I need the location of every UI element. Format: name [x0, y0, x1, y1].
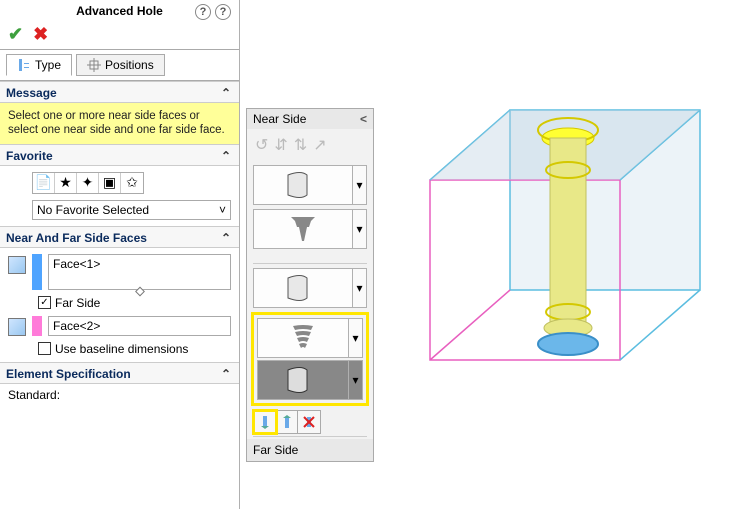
near-face-value: Face<1>: [53, 257, 100, 271]
far-side-section-label[interactable]: Far Side: [247, 439, 373, 461]
help-context-icon[interactable]: ?: [195, 4, 211, 20]
chevron-down-icon[interactable]: ▾: [352, 210, 366, 248]
insert-above-icon[interactable]: [254, 411, 276, 433]
espec-group-header[interactable]: Element Specification ⌃: [0, 362, 239, 384]
tab-positions[interactable]: Positions: [76, 54, 165, 76]
favorite-add-icon[interactable]: ★: [55, 173, 77, 193]
profile-straight[interactable]: ▾: [253, 165, 367, 205]
ns-tool-4: ↗: [313, 135, 326, 155]
chevron-down-icon[interactable]: ▾: [352, 269, 366, 307]
flag-icon: [254, 166, 352, 204]
chevron-up-icon: ⌃: [221, 149, 231, 163]
screw-icon: [254, 210, 352, 248]
faces-body: Face<1> ✓ Far Side Face<2> Use baseline …: [0, 248, 239, 362]
ok-cancel-bar: ✔ ✖: [0, 20, 239, 50]
far-face-row: Face<2>: [8, 316, 231, 336]
favorite-selection-label: No Favorite Selected: [37, 203, 149, 217]
diamond-handle-icon: [135, 286, 145, 296]
baseline-checkbox-row[interactable]: Use baseline dimensions: [38, 342, 231, 356]
profile-straight-3[interactable]: ▾: [257, 360, 363, 400]
chevron-down-icon[interactable]: ▾: [348, 361, 362, 399]
near-side-header[interactable]: Near Side <: [247, 109, 373, 129]
favorite-load-icon[interactable]: ✩: [121, 173, 143, 193]
message-body: Select one or more near side faces or se…: [0, 103, 239, 144]
flag-icon: [258, 361, 348, 399]
flag-icon: [254, 269, 352, 307]
collapse-left-icon[interactable]: <: [360, 112, 367, 126]
espec-header-label: Element Specification: [6, 367, 131, 381]
chevron-down-icon[interactable]: ▾: [352, 166, 366, 204]
far-side-checkbox-row[interactable]: ✓ Far Side: [38, 296, 231, 310]
helix-icon: [258, 319, 348, 357]
ns-tool-1: ↺: [255, 135, 268, 155]
favorite-header-label: Favorite: [6, 149, 53, 163]
profile-screw[interactable]: ▾: [253, 209, 367, 249]
insert-below-icon[interactable]: [276, 411, 298, 433]
ns-tool-3: ⇅: [294, 135, 307, 155]
viewport-3d[interactable]: [400, 100, 730, 400]
tab-type-icon: [17, 58, 31, 72]
ns-tool-2: ⇵: [274, 135, 287, 155]
profile-helix[interactable]: ▾: [257, 318, 363, 358]
near-side-flyout: Near Side < ↺ ⇵ ⇅ ↗ ▾ ▾ ▾ ▾: [246, 108, 374, 462]
far-face-input[interactable]: Face<2>: [48, 316, 231, 336]
delete-icon[interactable]: [298, 411, 320, 433]
espec-body: Standard:: [0, 384, 239, 406]
cancel-icon[interactable]: ✖: [33, 24, 48, 45]
favorite-icon-bar: 📄 ★ ✦ ▣ ✩: [32, 172, 144, 194]
far-face-swatch: [32, 316, 42, 336]
near-face-cube-icon: [8, 256, 26, 274]
faces-group-header[interactable]: Near And Far Side Faces ⌃: [0, 226, 239, 248]
message-header-label: Message: [6, 86, 57, 100]
near-side-action-bar: [253, 410, 321, 434]
chevron-up-icon: ⌃: [221, 86, 231, 100]
help-icons: ? ?: [195, 4, 231, 20]
baseline-label: Use baseline dimensions: [55, 342, 188, 356]
favorite-dropdown[interactable]: No Favorite Selected ˅: [32, 200, 231, 220]
favorite-group-header[interactable]: Favorite ⌃: [0, 144, 239, 166]
chevron-up-icon: ⌃: [221, 367, 231, 381]
model-preview: [400, 100, 730, 400]
tabstrip: Type Positions: [0, 50, 239, 81]
tab-positions-label: Positions: [105, 58, 154, 72]
faces-header-label: Near And Far Side Faces: [6, 231, 147, 245]
chevron-down-icon: ˅: [219, 203, 226, 217]
profile-straight-2[interactable]: ▾: [253, 268, 367, 308]
tab-type[interactable]: Type: [6, 54, 72, 76]
chevron-down-icon[interactable]: ▾: [348, 319, 362, 357]
near-face-row: Face<1>: [8, 254, 231, 290]
near-side-header-label: Near Side: [253, 112, 306, 126]
near-side-toolbar: ↺ ⇵ ⇅ ↗: [247, 129, 373, 161]
help-icon[interactable]: ?: [215, 4, 231, 20]
baseline-checkbox[interactable]: [38, 342, 51, 355]
ok-icon[interactable]: ✔: [8, 24, 23, 45]
favorite-body: 📄 ★ ✦ ▣ ✩ No Favorite Selected ˅: [0, 166, 239, 226]
far-face-cube-icon: [8, 318, 26, 336]
far-side-label: Far Side: [55, 296, 100, 310]
favorite-delete-icon[interactable]: ✦: [77, 173, 99, 193]
tab-positions-icon: [87, 58, 101, 72]
far-side-checkbox[interactable]: ✓: [38, 296, 51, 309]
chevron-up-icon: ⌃: [221, 231, 231, 245]
property-manager-panel: ? ? Advanced Hole ✔ ✖ Type Positions Mes…: [0, 0, 240, 509]
near-face-swatch: [32, 254, 42, 290]
standard-label: Standard:: [8, 388, 60, 402]
highlighted-profiles: ▾ ▾: [251, 312, 369, 406]
favorite-save-icon[interactable]: ▣: [99, 173, 121, 193]
favorite-new-icon[interactable]: 📄: [33, 173, 55, 193]
far-face-value: Face<2>: [53, 319, 100, 333]
tab-type-label: Type: [35, 58, 61, 72]
message-group-header[interactable]: Message ⌃: [0, 81, 239, 103]
near-face-list[interactable]: Face<1>: [48, 254, 231, 290]
